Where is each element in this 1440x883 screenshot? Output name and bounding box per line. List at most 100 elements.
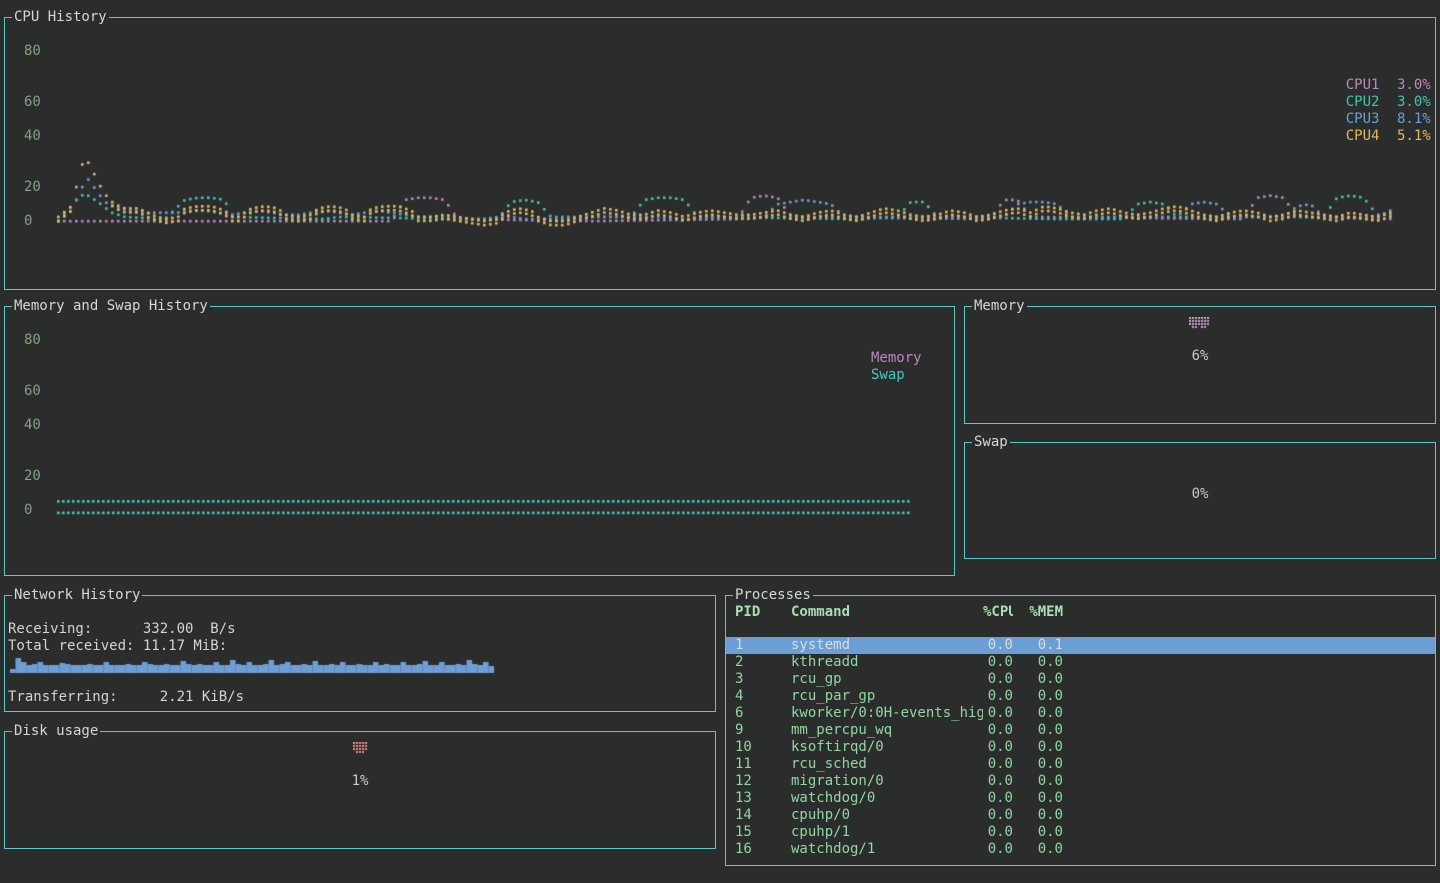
process-pid: 3	[735, 671, 791, 688]
memory-swap-graph	[5, 307, 954, 575]
y-axis-tick: 0	[24, 214, 32, 229]
process-pid: 13	[735, 790, 791, 807]
process-pid: 11	[735, 756, 791, 773]
column-header-mem[interactable]: %MEM	[1013, 604, 1063, 621]
swap-gauge-title: Swap	[972, 434, 1010, 450]
process-pid: 15	[735, 824, 791, 841]
process-pid: 9	[735, 722, 791, 739]
network-history-panel: Network History Receiving: 332.00 B/s To…	[4, 595, 716, 712]
process-pid: 4	[735, 688, 791, 705]
process-mem: 0.0	[1013, 773, 1063, 790]
process-command: cpuhp/0	[791, 807, 983, 824]
process-cpu: 0.0	[983, 654, 1013, 671]
memory-gauge-title: Memory	[972, 298, 1027, 314]
process-pid: 14	[735, 807, 791, 824]
cpu4-label: CPU4	[1346, 128, 1397, 144]
memory-swap-history-panel: Memory and Swap History 020406080 Memory…	[4, 306, 955, 576]
process-row[interactable]: 3rcu_gp0.00.0	[726, 671, 1435, 688]
process-command: systemd	[791, 637, 983, 654]
process-command: cpuhp/1	[791, 824, 983, 841]
process-row[interactable]: 15cpuhp/10.00.0	[726, 824, 1435, 841]
system-monitor-app: { "app": { "background": "#2b2c2c", "bor…	[0, 0, 1440, 883]
process-command: ksoftirqd/0	[791, 739, 983, 756]
process-row[interactable]: 16watchdog/10.00.0	[726, 841, 1435, 858]
y-axis-tick: 20	[24, 469, 41, 484]
memory-gauge-dots	[1189, 317, 1210, 330]
column-header-cpu-sort-desc[interactable]: %CPU▼	[983, 604, 1013, 621]
process-pid: 12	[735, 773, 791, 790]
process-cpu: 0.0	[983, 688, 1013, 705]
process-cpu: 0.0	[983, 671, 1013, 688]
cpu-history-graph	[5, 18, 1435, 289]
y-axis-tick: 40	[24, 418, 41, 433]
process-row[interactable]: 10ksoftirqd/00.00.0	[726, 739, 1435, 756]
column-header-pid[interactable]: PID	[735, 604, 791, 621]
process-cpu: 0.0	[983, 756, 1013, 773]
swap-legend-item: Swap	[871, 367, 905, 383]
process-row[interactable]: 6kworker/0:0H-events_high0.00.0	[726, 705, 1435, 722]
y-axis-tick: 20	[24, 180, 41, 195]
process-row[interactable]: 14cpuhp/00.00.0	[726, 807, 1435, 824]
memory-gauge-panel: Memory 6%	[964, 306, 1436, 424]
process-mem: 0.0	[1013, 841, 1063, 858]
process-cpu: 0.0	[983, 773, 1013, 790]
process-row[interactable]: 2kthreadd0.00.0	[726, 654, 1435, 671]
process-pid: 16	[735, 841, 791, 858]
process-mem: 0.0	[1013, 790, 1063, 807]
process-cpu: 0.0	[983, 841, 1013, 858]
process-command: rcu_sched	[791, 756, 983, 773]
process-cpu: 0.0	[983, 739, 1013, 756]
process-mem: 0.0	[1013, 671, 1063, 688]
process-row[interactable]: 11rcu_sched0.00.0	[726, 756, 1435, 773]
memory-legend-item: Memory	[871, 350, 922, 366]
process-command: watchdog/0	[791, 790, 983, 807]
process-mem: 0.0	[1013, 722, 1063, 739]
process-row[interactable]: 13watchdog/00.00.0	[726, 790, 1435, 807]
processes-panel: Processes PID Command %CPU▼ %MEM 1system…	[725, 595, 1436, 866]
process-pid: 1	[735, 637, 791, 654]
process-row[interactable]: 9mm_percpu_wq0.00.0	[726, 722, 1435, 739]
process-row[interactable]: 1systemd0.00.1	[726, 637, 1435, 654]
process-pid: 6	[735, 705, 791, 722]
y-axis-tick: 60	[24, 95, 41, 110]
process-row[interactable]: 12migration/00.00.0	[726, 773, 1435, 790]
process-command: kthreadd	[791, 654, 983, 671]
process-cpu: 0.0	[983, 705, 1013, 722]
process-command: kworker/0:0H-events_high	[791, 705, 983, 722]
disk-gauge-dots	[353, 742, 368, 755]
disk-percent: 1%	[5, 774, 715, 789]
disk-usage-title: Disk usage	[12, 723, 100, 739]
process-cpu: 0.0	[983, 637, 1013, 654]
process-cpu: 0.0	[983, 790, 1013, 807]
y-axis-tick: 60	[24, 384, 41, 399]
process-mem: 0.0	[1013, 807, 1063, 824]
cpu-legend-item: CPU45.1%	[1312, 112, 1431, 160]
process-pid: 2	[735, 654, 791, 671]
process-mem: 0.1	[1013, 637, 1063, 654]
process-mem: 0.0	[1013, 824, 1063, 841]
y-axis-tick: 80	[24, 44, 41, 59]
y-axis-tick: 40	[24, 129, 41, 144]
processes-title: Processes	[733, 587, 813, 603]
process-mem: 0.0	[1013, 739, 1063, 756]
column-header-command[interactable]: Command	[791, 604, 983, 621]
swap-percent: 0%	[965, 487, 1435, 502]
process-cpu: 0.0	[983, 807, 1013, 824]
cpu-history-panel: CPU History 020406080 CPU13.0% CPU23.0% …	[4, 17, 1436, 290]
process-row[interactable]: 4rcu_par_gp0.00.0	[726, 688, 1435, 705]
process-command: rcu_gp	[791, 671, 983, 688]
process-pid: 10	[735, 739, 791, 756]
y-axis-tick: 80	[24, 333, 41, 348]
process-mem: 0.0	[1013, 756, 1063, 773]
swap-gauge-panel: Swap 0%	[964, 442, 1436, 559]
process-command: migration/0	[791, 773, 983, 790]
disk-usage-panel: Disk usage 1%	[4, 731, 716, 849]
cpu4-value: 5.1%	[1397, 128, 1431, 144]
process-mem: 0.0	[1013, 688, 1063, 705]
process-command: mm_percpu_wq	[791, 722, 983, 739]
memory-percent: 6%	[965, 349, 1435, 364]
process-cpu: 0.0	[983, 722, 1013, 739]
process-command: rcu_par_gp	[791, 688, 983, 705]
processes-header: PID Command %CPU▼ %MEM	[726, 604, 1435, 621]
process-command: watchdog/1	[791, 841, 983, 858]
